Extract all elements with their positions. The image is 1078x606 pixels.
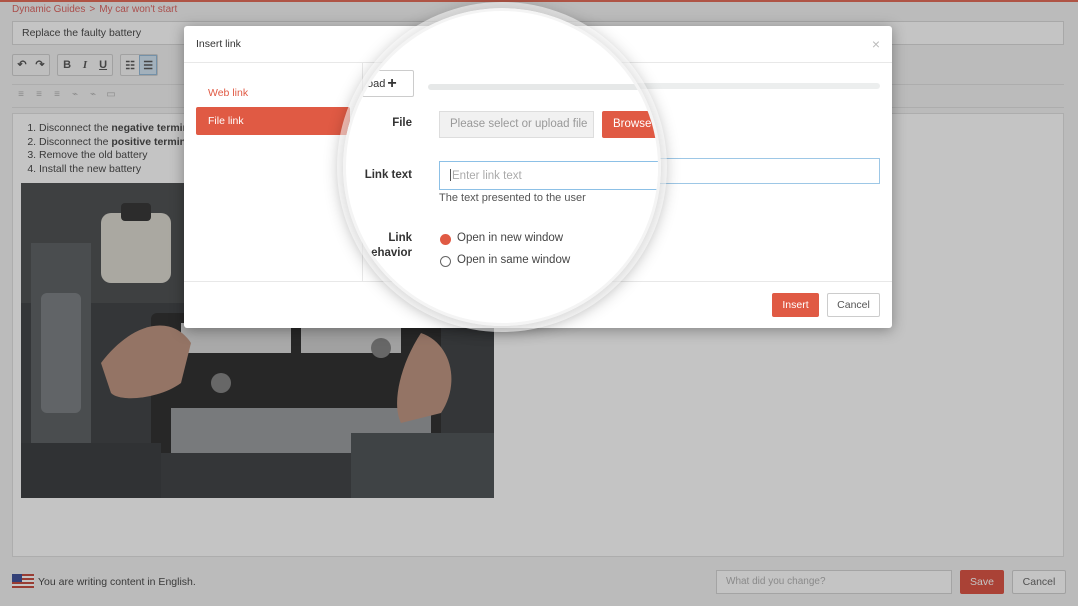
radio-same-window[interactable] bbox=[440, 256, 451, 267]
format-toolbar: ↶ ↷ BIU ☷ ☰ bbox=[12, 54, 162, 76]
numbered-list-icon[interactable]: ☰ bbox=[139, 55, 158, 75]
change-summary-input[interactable]: What did you change? bbox=[716, 570, 952, 594]
radio-same-window-label[interactable]: Open in same window bbox=[457, 254, 570, 266]
link-type-sidebar: Web link File link bbox=[184, 63, 363, 281]
breadcrumb-root[interactable]: Dynamic Guides bbox=[12, 4, 85, 15]
history-group: ↶ ↷ bbox=[12, 54, 50, 76]
align-left-icon[interactable]: ≡ bbox=[14, 89, 28, 103]
breadcrumb-current[interactable]: My car won't start bbox=[99, 4, 177, 15]
bulleted-list-icon[interactable]: ☷ bbox=[121, 56, 139, 76]
behavior-label-line2: behavior bbox=[364, 247, 412, 259]
text-style-group: BIU bbox=[57, 54, 114, 76]
plus-icon: + bbox=[387, 75, 397, 92]
us-flag-icon bbox=[12, 574, 34, 588]
tab-file-link[interactable]: File link bbox=[196, 107, 350, 135]
tab-web-link[interactable]: Web link bbox=[196, 79, 350, 107]
italic-button[interactable]: I bbox=[76, 55, 94, 75]
link-text-input-extension[interactable] bbox=[657, 158, 880, 184]
link-text-placeholder: Enter link text bbox=[452, 170, 522, 182]
upload-button[interactable]: oad + bbox=[362, 70, 414, 97]
file-label: File bbox=[392, 117, 412, 129]
image-icon[interactable]: ▭ bbox=[104, 89, 118, 103]
redo-icon[interactable]: ↷ bbox=[31, 55, 49, 75]
underline-button[interactable]: U bbox=[94, 55, 112, 75]
radio-new-window-label[interactable]: Open in new window bbox=[457, 232, 563, 244]
language-notice: You are writing content in English. bbox=[38, 576, 196, 588]
breadcrumb: Dynamic Guides > My car won't start bbox=[12, 4, 177, 15]
text-caret bbox=[450, 169, 451, 181]
link-icon[interactable]: ⌁ bbox=[68, 89, 82, 103]
list-group: ☷ ☰ bbox=[120, 54, 159, 76]
top-accent-line bbox=[0, 0, 1078, 2]
link-text-help: The text presented to the user bbox=[439, 192, 586, 204]
radio-new-window[interactable] bbox=[440, 234, 451, 245]
browse-button[interactable]: Browse bbox=[602, 111, 658, 138]
close-icon[interactable]: × bbox=[872, 37, 880, 51]
link-text-label: Link text bbox=[364, 169, 412, 181]
magnifier-lens: oad + File Please select or upload file B… bbox=[343, 8, 661, 326]
align-right-icon[interactable]: ≡ bbox=[50, 89, 64, 103]
save-button[interactable]: Save bbox=[960, 570, 1004, 594]
undo-icon[interactable]: ↶ bbox=[13, 55, 31, 75]
align-center-icon[interactable]: ≡ bbox=[32, 89, 46, 103]
insert-button[interactable]: Insert bbox=[772, 293, 819, 317]
behavior-label-line1: Link bbox=[388, 232, 412, 244]
page-cancel-button[interactable]: Cancel bbox=[1012, 570, 1066, 594]
link-text-input[interactable]: Enter link text bbox=[439, 161, 658, 190]
dialog-title: Insert link bbox=[196, 38, 241, 50]
unlink-icon[interactable]: ⌁ bbox=[86, 89, 100, 103]
cancel-button[interactable]: Cancel bbox=[827, 293, 880, 317]
upload-progress-bar bbox=[428, 84, 658, 90]
bold-button[interactable]: B bbox=[58, 55, 76, 75]
breadcrumb-separator: > bbox=[89, 4, 96, 15]
file-select-input[interactable]: Please select or upload file bbox=[439, 111, 594, 138]
magnified-form: oad + File Please select or upload file B… bbox=[346, 11, 658, 323]
